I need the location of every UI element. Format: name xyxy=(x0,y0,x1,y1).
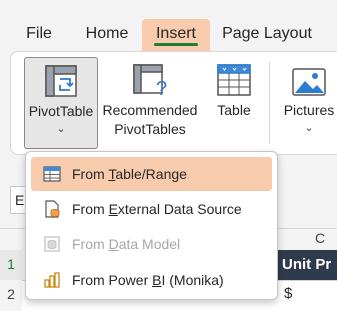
menu-item-label: From Data Model xyxy=(72,236,181,252)
chevron-down-icon: ⌄ xyxy=(56,123,66,135)
svg-text:?: ? xyxy=(156,78,167,98)
pivottable-label: PivotTable xyxy=(28,103,94,119)
menu-item-from-external-data-source[interactable]: From External Data Source xyxy=(31,192,272,226)
ribbon: PivotTable ⌄ ? Recommended PivotTables T… xyxy=(10,51,337,155)
recommended-pivottables-icon: ? xyxy=(133,64,167,100)
pivottable-button[interactable]: PivotTable ⌄ xyxy=(24,57,98,149)
recommended-label-1: Recommended xyxy=(102,102,198,118)
table-icon xyxy=(217,64,251,96)
pictures-chevron-down-icon: ⌄ xyxy=(304,122,314,134)
pivottable-dropdown-menu: From Table/Range From External Data Sour… xyxy=(25,151,278,300)
menu-item-from-power-bi[interactable]: From Power BI (Monika) xyxy=(31,263,272,297)
active-tab-underline xyxy=(154,43,198,46)
recommended-label-2: PivotTables xyxy=(114,121,186,137)
pictures-icon xyxy=(292,68,326,96)
pivottable-icon xyxy=(45,65,77,97)
column-header-c[interactable]: C xyxy=(315,228,325,248)
menu-item-label: From External Data Source xyxy=(72,201,242,217)
tab-insert[interactable]: Insert xyxy=(142,19,210,51)
pictures-label: Pictures xyxy=(283,102,335,118)
tab-insert-label: Insert xyxy=(155,25,196,42)
menu-item-from-table-range[interactable]: From Table/Range xyxy=(31,157,272,191)
tab-home[interactable]: Home xyxy=(76,19,138,51)
menu-item-from-data-model[interactable]: From Data Model xyxy=(31,227,272,261)
power-bi-icon xyxy=(44,272,60,288)
tab-file[interactable]: File xyxy=(18,19,60,51)
header-cell-unit-price[interactable]: Unit Pr xyxy=(276,250,337,280)
external-data-icon xyxy=(45,200,60,218)
table-button[interactable]: Table xyxy=(209,57,259,149)
table-range-icon xyxy=(43,166,61,182)
pictures-button[interactable]: Pictures ⌄ xyxy=(279,57,337,149)
menu-item-label: From Power BI (Monika) xyxy=(72,272,224,288)
tab-page-layout[interactable]: Page Layout xyxy=(214,19,320,51)
menu-bar: File Home Insert Page Layout xyxy=(0,0,337,51)
recommended-pivottables-button[interactable]: ? Recommended PivotTables xyxy=(102,57,198,149)
data-model-icon xyxy=(44,236,60,252)
row-header-1[interactable]: 1 xyxy=(0,256,22,272)
cell-currency-value[interactable]: $ xyxy=(284,285,292,302)
menu-item-label: From Table/Range xyxy=(72,166,187,182)
ribbon-separator xyxy=(269,62,270,144)
row-header-2[interactable]: 2 xyxy=(0,286,22,302)
table-label: Table xyxy=(217,102,251,118)
